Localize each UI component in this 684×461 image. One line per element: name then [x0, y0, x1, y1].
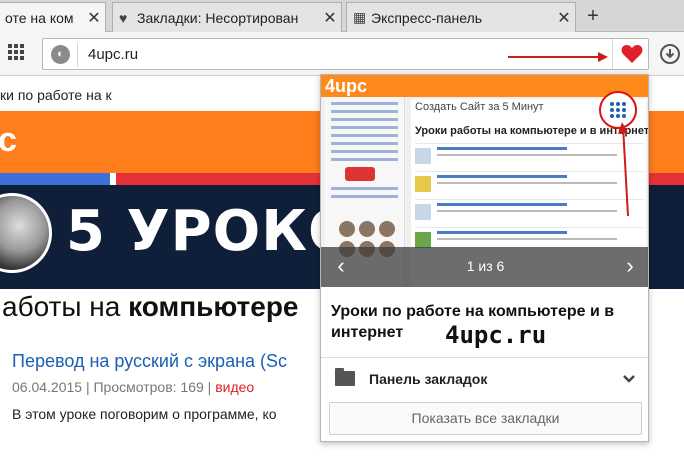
url-text[interactable]: 4upc.ru [88, 46, 138, 63]
heart-icon [621, 45, 642, 63]
carousel-counter: 1 из 6 [466, 258, 505, 274]
url-separator [77, 43, 78, 67]
preview-row [415, 171, 643, 197]
article-link[interactable]: Перевод на русский с экрана (Sc [12, 351, 287, 372]
tab-title: оте на ком [5, 9, 74, 26]
preview-row [415, 199, 643, 225]
preview-carousel: ‹ 1 из 6 › [321, 247, 648, 287]
tab-bookmarks[interactable]: ♥ Закладки: Несортирован ✕ [112, 2, 342, 32]
address-bar[interactable]: ◐ 4upc.ru [42, 38, 649, 70]
show-all-bookmarks-button[interactable]: Показать все закладки [329, 402, 642, 435]
preview-logo: 4upc [325, 76, 368, 96]
article-meta: 06.04.2015 | Просмотров: 169 | видео [12, 379, 254, 395]
video-tag[interactable]: видео [215, 379, 254, 395]
article-date: 06.04.2015 [12, 379, 83, 395]
article-views: | Просмотров: 169 | [82, 379, 216, 395]
folder-select[interactable]: Панель закладок [321, 363, 648, 397]
chevron-right-icon[interactable]: › [620, 255, 640, 279]
tab-title: Закладки: Несортирован [137, 9, 299, 26]
page-preview: 4upc Создать Сайт за 5 Минут Уроки работ… [321, 75, 648, 287]
site-logo[interactable]: c [0, 121, 17, 160]
bookmark-heart-button[interactable] [612, 39, 650, 69]
page-heading: аботы на компьютере [2, 291, 299, 323]
speed-dial-icon [599, 91, 637, 129]
folder-label: Панель закладок [369, 371, 488, 387]
tab-speed-dial[interactable]: ▦ Экспресс-панель ✕ [346, 2, 576, 32]
site-info-icon[interactable]: ◐ [51, 45, 70, 64]
folder-icon [335, 368, 355, 386]
bookmark-popup: 4upc Создать Сайт за 5 Минут Уроки работ… [320, 74, 649, 442]
bookmark-item[interactable]: ки по работе на к [0, 87, 112, 103]
tab-strip: оте на ком ✕ ♥ Закладки: Несортирован ✕ … [0, 0, 684, 32]
tab-close-icon[interactable]: ✕ [319, 8, 341, 28]
article-description: В этом уроке поговорим о программе, ко [12, 406, 277, 422]
browser-window: оте на ком ✕ ♥ Закладки: Несортирован ✕ … [0, 0, 684, 461]
heading-bold: компьютере [128, 291, 299, 322]
tab-close-icon[interactable]: ✕ [83, 8, 105, 28]
speed-dial-icon: ▦ [353, 9, 367, 25]
banner-title: 5 УРОКО [66, 199, 357, 264]
tab-title: Экспресс-панель [371, 9, 483, 26]
toolbar: ◐ 4upc.ru [0, 32, 684, 76]
divider [321, 357, 648, 358]
preview-row [415, 143, 643, 169]
youtube-icon [345, 167, 375, 181]
tab-active[interactable]: оте на ком ✕ [0, 2, 106, 32]
download-icon[interactable] [660, 44, 680, 64]
bookmark-url: 4upc.ru [445, 321, 547, 349]
avatar [0, 193, 52, 273]
new-tab-button[interactable]: + [582, 3, 604, 29]
heading-prefix: аботы на [2, 291, 129, 322]
preview-header: 4upc [321, 75, 648, 97]
chevron-down-icon[interactable] [621, 369, 637, 389]
tab-close-icon[interactable]: ✕ [553, 8, 575, 28]
heart-icon: ♥ [119, 9, 128, 26]
apps-grid-icon[interactable] [8, 44, 24, 60]
preview-site-title: Создать Сайт за 5 Минут [415, 101, 544, 113]
